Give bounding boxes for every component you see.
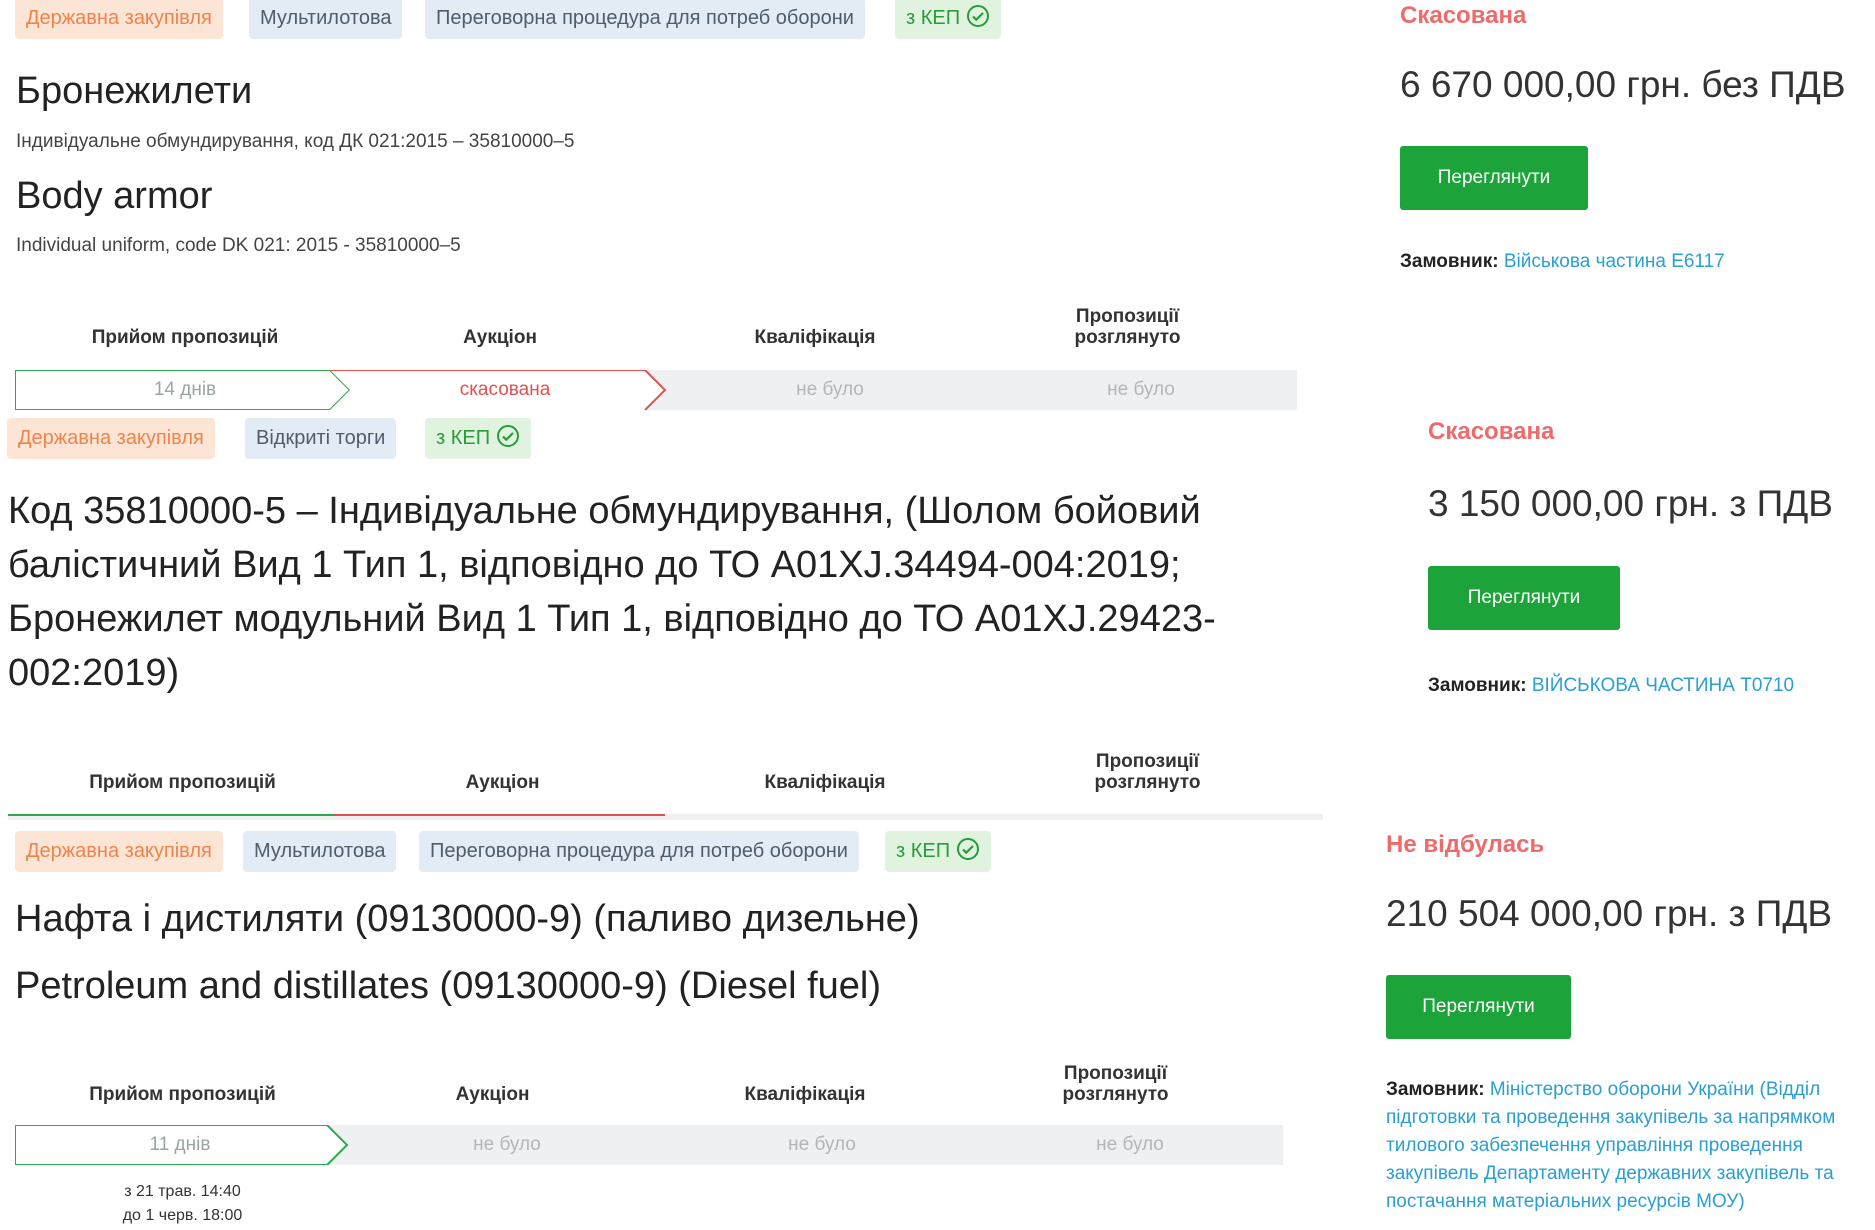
tag-multilot[interactable]: Мультилотова bbox=[243, 831, 397, 872]
tender-subtitle-ua: Індивідуальне обмундирування, код ДК 021… bbox=[16, 131, 575, 152]
buyer-info: Замовник: Військова частина Е6117 bbox=[1400, 248, 1860, 276]
stage-value-reviewed: не було bbox=[1107, 379, 1175, 400]
stage-bar: 11 днів не було не було не було bbox=[15, 1125, 1283, 1165]
status-label: Не відбулась bbox=[1386, 831, 1545, 858]
stage-value-qualification: не було bbox=[796, 379, 864, 400]
status-label: Скасована bbox=[1400, 2, 1527, 29]
tag-kep[interactable]: з КЕП bbox=[895, 0, 1002, 39]
tag-multilot[interactable]: Мультилотова bbox=[249, 0, 403, 39]
view-button[interactable]: Переглянути bbox=[1400, 146, 1588, 210]
stage-value-reviewed: не було bbox=[1096, 1134, 1164, 1155]
check-circle-icon bbox=[497, 425, 520, 447]
tender-title-ua[interactable]: Нафта і дистиляти (09130000-9) (паливо д… bbox=[15, 898, 920, 941]
stage-label-proposals: Прийом пропозицій bbox=[89, 1084, 276, 1105]
stage-label-qualification: Кваліфікація bbox=[744, 1084, 866, 1105]
tag-kep[interactable]: з КЕП bbox=[425, 418, 532, 459]
stage-label-proposals: Прийом пропозицій bbox=[89, 772, 276, 793]
tag-open-tender[interactable]: Відкриті торги bbox=[245, 418, 397, 459]
buyer-info: Замовник: ВІЙСЬКОВА ЧАСТИНА Т0710 bbox=[1428, 672, 1868, 700]
buyer-info: Замовник: Міністерство оборони України (… bbox=[1386, 1076, 1841, 1216]
tender-title-en[interactable]: Body armor bbox=[16, 175, 212, 218]
tag-procedure-type[interactable]: Переговорна процедура для потреб оборони bbox=[419, 831, 859, 872]
stage-label-auction: Аукціон bbox=[463, 327, 537, 348]
tender-title[interactable]: Код 35810000-5 – Індивідуальне обмундиру… bbox=[8, 484, 1298, 700]
stage-value-auction-text: скасована bbox=[459, 379, 551, 400]
stage-label-reviewed: Пропозиції розглянуто bbox=[1062, 1063, 1169, 1105]
buyer-label: Замовник: bbox=[1400, 251, 1499, 272]
check-circle-icon bbox=[967, 5, 990, 27]
stage-value-proposals-text: 14 днів bbox=[153, 379, 217, 400]
view-button[interactable]: Переглянути bbox=[1428, 566, 1620, 630]
tag-kep-label: з КЕП bbox=[896, 840, 951, 862]
stage-value-proposals: 11 днів bbox=[149, 1134, 211, 1155]
view-button[interactable]: Переглянути bbox=[1386, 975, 1571, 1039]
stage-value-auction: не було bbox=[473, 1134, 541, 1155]
tag-procedure-type[interactable]: Переговорна процедура для потреб оборони bbox=[425, 0, 865, 39]
date-to: до 1 черв. 18:00 bbox=[122, 1207, 243, 1224]
buyer-label: Замовник: bbox=[1428, 675, 1527, 696]
tender-price: 6 670 000,00 грн. без ПДВ bbox=[1400, 64, 1846, 105]
tender-price: 210 504 000,00 грн. з ПДВ bbox=[1386, 893, 1833, 934]
stage-label-auction: Аукціон bbox=[455, 1084, 530, 1105]
tag-public-procurement[interactable]: Державна закупівля bbox=[7, 418, 215, 459]
tag-public-procurement[interactable]: Державна закупівля bbox=[15, 0, 223, 39]
stage-label-reviewed: Пропозиції розглянуто bbox=[1074, 306, 1181, 348]
stage-label-qualification: Кваліфікація bbox=[754, 327, 876, 348]
check-circle-icon bbox=[957, 838, 980, 860]
stage-value-qualification: не було bbox=[788, 1134, 856, 1155]
proposal-dates: з 21 трав. 14:40 до 1 черв. 18:00 bbox=[100, 1180, 265, 1228]
tender-title-en[interactable]: Petroleum and distillates (09130000-9) (… bbox=[15, 965, 881, 1008]
stage-label-qualification: Кваліфікація bbox=[764, 772, 886, 793]
stage-bar-cut bbox=[8, 814, 1323, 820]
date-from: з 21 трав. 14:40 bbox=[124, 1183, 241, 1200]
buyer-label: Замовник: bbox=[1386, 1079, 1485, 1100]
stage-label-auction: Аукціон bbox=[465, 772, 540, 793]
stage-label-proposals: Прийом пропозицій bbox=[91, 327, 279, 348]
buyer-link[interactable]: Військова частина Е6117 bbox=[1504, 251, 1725, 272]
tender-price: 3 150 000,00 грн. з ПДВ bbox=[1428, 483, 1833, 524]
stage-bar-red-edge bbox=[333, 814, 665, 816]
tender-subtitle-en: Individual uniform, code DK 021: 2015 - … bbox=[16, 235, 461, 256]
buyer-link[interactable]: ВІЙСЬКОВА ЧАСТИНА Т0710 bbox=[1532, 675, 1794, 696]
status-label: Скасована bbox=[1428, 418, 1555, 445]
tag-kep-label: з КЕП bbox=[436, 427, 491, 449]
tag-public-procurement[interactable]: Державна закупівля bbox=[15, 831, 223, 872]
tag-kep-label: з КЕП bbox=[906, 7, 961, 29]
stage-label-reviewed: Пропозиції розглянуто bbox=[1094, 751, 1201, 793]
stage-bar: не було не було 14 днів скасована bbox=[15, 370, 1297, 410]
stage-bar-green-edge bbox=[8, 814, 333, 816]
tender-title-ua[interactable]: Бронежилети bbox=[16, 70, 252, 113]
tag-kep[interactable]: з КЕП bbox=[885, 831, 992, 872]
